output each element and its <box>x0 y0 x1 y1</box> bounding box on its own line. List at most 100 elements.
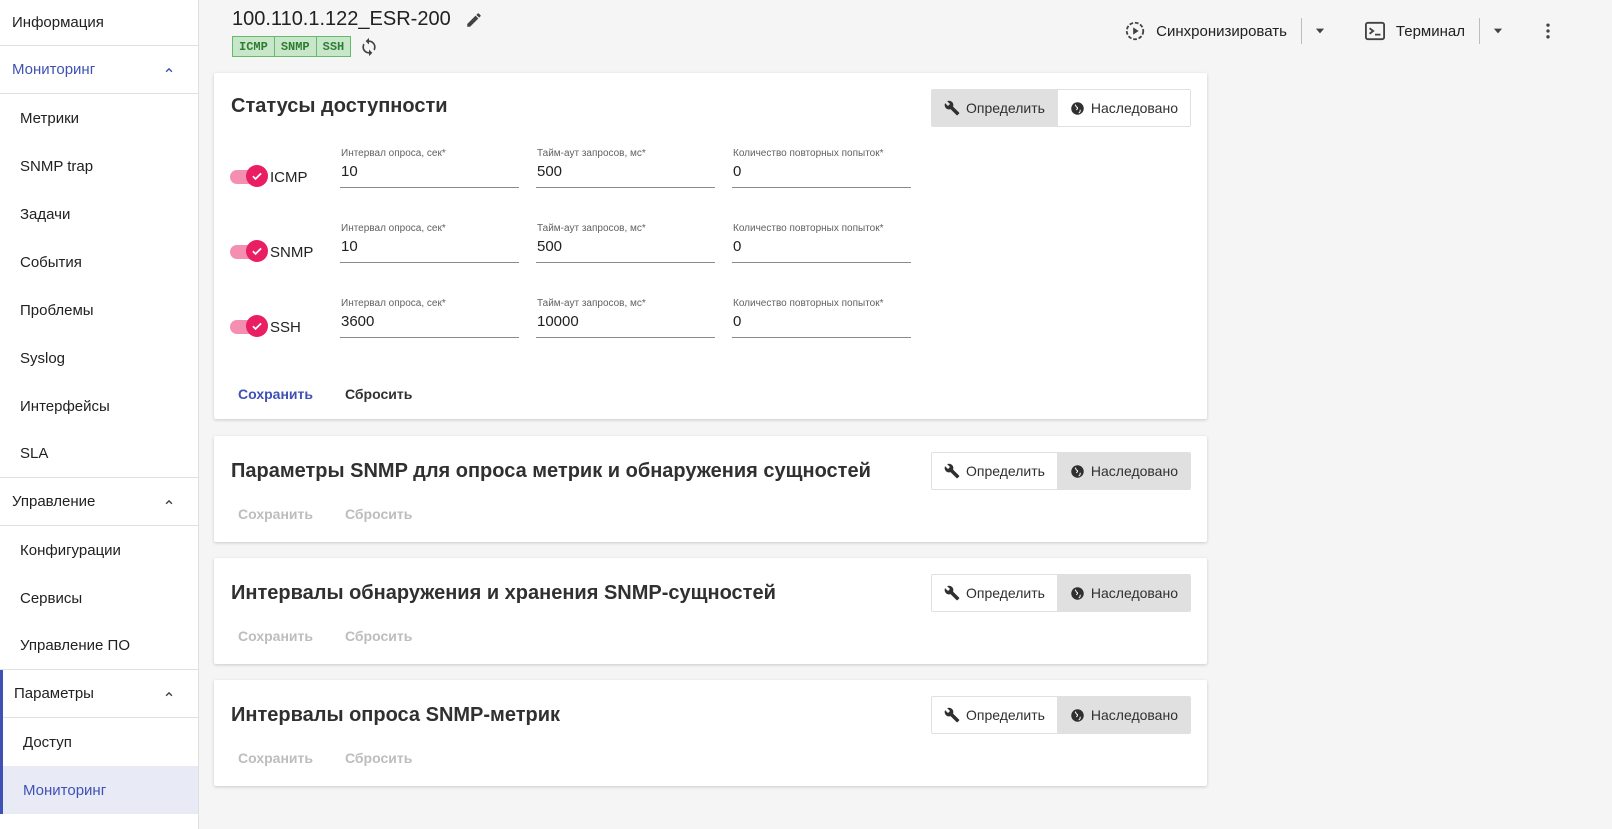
terminal-button[interactable]: Терминал <box>1350 12 1479 50</box>
sync-button[interactable]: Синхронизировать <box>1110 12 1301 50</box>
timeout-field[interactable]: Тайм-аут запросов, мс* 500 <box>536 148 715 188</box>
terminal-label: Терминал <box>1395 22 1465 40</box>
define-button[interactable]: Определить <box>931 575 1057 611</box>
interval-field[interactable]: Интервал опроса, сек* 10 <box>340 223 519 263</box>
retries-field[interactable]: Количество повторных попыток* 0 <box>732 298 911 338</box>
field-value: 0 <box>733 163 742 180</box>
sidebar-item-snmp-trap[interactable]: SNMP trap <box>0 142 198 190</box>
availability-row: SSH Интервал опроса, сек* 3600 Тайм-аут … <box>230 298 930 348</box>
availability-row: ICMP Интервал опроса, сек* 10 Тайм-аут з… <box>230 148 930 198</box>
save-button[interactable]: Сохранить <box>238 750 313 766</box>
terminal-dropdown-button[interactable] <box>1480 12 1516 50</box>
icmp-switch[interactable] <box>230 165 268 187</box>
sidebar-item-configurations[interactable]: Конфигурации <box>0 526 198 574</box>
sidebar-group-label: Управление <box>12 493 96 510</box>
reset-button[interactable]: Сбросить <box>345 506 412 522</box>
protocol-label: SNMP <box>270 244 314 261</box>
mode-toggle: Определить Наследовано <box>930 696 1191 734</box>
card-title: Параметры SNMP для опроса метрик и обнар… <box>231 460 871 482</box>
field-value: 3600 <box>341 313 375 330</box>
mode-toggle: Определить Наследовано <box>930 452 1191 490</box>
card-title: Интервалы опроса SNMP-метрик <box>231 704 561 726</box>
device-title-row: 100.110.1.122_ESR-200 <box>232 8 483 31</box>
define-button[interactable]: Определить <box>931 453 1057 489</box>
wrench-icon <box>944 585 960 601</box>
timeout-field[interactable]: Тайм-аут запросов, мс* 500 <box>536 223 715 263</box>
sidebar-item-metrics[interactable]: Метрики <box>0 94 198 142</box>
edit-icon[interactable] <box>465 11 483 29</box>
wrench-icon <box>944 707 960 723</box>
reset-button[interactable]: Сбросить <box>345 750 412 766</box>
ssh-switch[interactable] <box>230 315 268 337</box>
snmp-switch[interactable] <box>230 240 268 262</box>
check-icon <box>246 165 268 187</box>
globe-icon <box>1071 464 1084 478</box>
snmp-metrics-card: Интервалы опроса SNMP-метрик Определить … <box>214 680 1207 786</box>
inherited-label: Наследовано <box>1090 100 1178 116</box>
mode-toggle: Определить Наследовано <box>930 574 1191 612</box>
refresh-icon[interactable] <box>359 36 379 57</box>
inherited-button[interactable]: Наследовано <box>1056 90 1190 126</box>
field-value: 10000 <box>537 313 579 330</box>
reset-button[interactable]: Сбросить <box>345 628 412 644</box>
sidebar-group-params[interactable]: Параметры <box>3 670 198 718</box>
interval-field[interactable]: Интервал опроса, сек* 10 <box>340 148 519 188</box>
wrench-icon <box>944 100 960 116</box>
retries-field[interactable]: Количество повторных попыток* 0 <box>732 148 911 188</box>
save-button[interactable]: Сохранить <box>238 506 313 522</box>
sidebar-item-services[interactable]: Сервисы <box>0 574 198 622</box>
sidebar-group-monitoring[interactable]: Мониторинг <box>0 46 198 94</box>
field-label: Количество повторных попыток* <box>733 298 884 309</box>
inherited-button[interactable]: Наследовано <box>1056 453 1190 489</box>
chevron-up-icon <box>165 67 173 72</box>
inherited-button[interactable]: Наследовано <box>1056 575 1190 611</box>
sync-dropdown-button[interactable] <box>1302 12 1338 50</box>
inherited-button[interactable]: Наследовано <box>1056 697 1190 733</box>
sidebar-item-syslog[interactable]: Syslog <box>0 334 198 382</box>
check-icon <box>246 240 268 262</box>
sidebar-item-events[interactable]: События <box>0 238 198 286</box>
field-label: Интервал опроса, сек* <box>341 148 446 159</box>
save-button[interactable]: Сохранить <box>238 628 313 644</box>
chevron-up-icon <box>165 499 173 504</box>
sidebar-item-params-monitoring[interactable]: Мониторинг <box>3 766 198 814</box>
define-label: Определить <box>965 463 1045 479</box>
timeout-field[interactable]: Тайм-аут запросов, мс* 10000 <box>536 298 715 338</box>
define-button[interactable]: Определить <box>931 90 1057 126</box>
define-label: Определить <box>965 707 1045 723</box>
sidebar: Информация Мониторинг Метрики SNMP trap … <box>0 0 199 829</box>
globe-icon <box>1071 708 1084 722</box>
save-button[interactable]: Сохранить <box>238 386 313 402</box>
sidebar-group-management[interactable]: Управление <box>0 478 198 526</box>
availability-row: SNMP Интервал опроса, сек* 10 Тайм-аут з… <box>230 223 930 273</box>
chip-snmp: SNMP <box>274 36 317 57</box>
field-value: 500 <box>537 163 563 180</box>
card-actions: Сохранить Сбросить <box>238 386 412 402</box>
sidebar-item-software[interactable]: Управление ПО <box>0 622 198 670</box>
snmp-params-card: Параметры SNMP для опроса метрик и обнар… <box>214 436 1207 542</box>
terminal-icon <box>1364 21 1385 41</box>
sidebar-item-access[interactable]: Доступ <box>3 718 198 766</box>
protocol-label: SSH <box>270 319 301 336</box>
sidebar-item-problems[interactable]: Проблемы <box>0 286 198 334</box>
reset-button[interactable]: Сбросить <box>345 386 412 402</box>
field-value: 0 <box>733 238 742 255</box>
caret-down-icon <box>1493 28 1503 34</box>
retries-field[interactable]: Количество повторных попыток* 0 <box>732 223 911 263</box>
inherited-label: Наследовано <box>1090 463 1178 479</box>
sidebar-item-info[interactable]: Информация <box>0 0 198 46</box>
device-name: 100.110.1.122_ESR-200 <box>232 8 451 30</box>
interval-field[interactable]: Интервал опроса, сек* 3600 <box>340 298 519 338</box>
sidebar-item-sla[interactable]: SLA <box>0 430 198 478</box>
sidebar-item-interfaces[interactable]: Интерфейсы <box>0 382 198 430</box>
more-menu-button[interactable] <box>1530 12 1566 50</box>
chip-icmp: ICMP <box>232 36 275 57</box>
globe-icon <box>1071 586 1084 600</box>
protocol-label: ICMP <box>270 169 308 186</box>
define-button[interactable]: Определить <box>931 697 1057 733</box>
card-title: Интервалы обнаружения и хранения SNMP-су… <box>231 582 776 604</box>
inherited-label: Наследовано <box>1090 707 1178 723</box>
availability-card: Статусы доступности Определить Наследова… <box>214 73 1207 419</box>
field-value: 500 <box>537 238 563 255</box>
sidebar-item-tasks[interactable]: Задачи <box>0 190 198 238</box>
